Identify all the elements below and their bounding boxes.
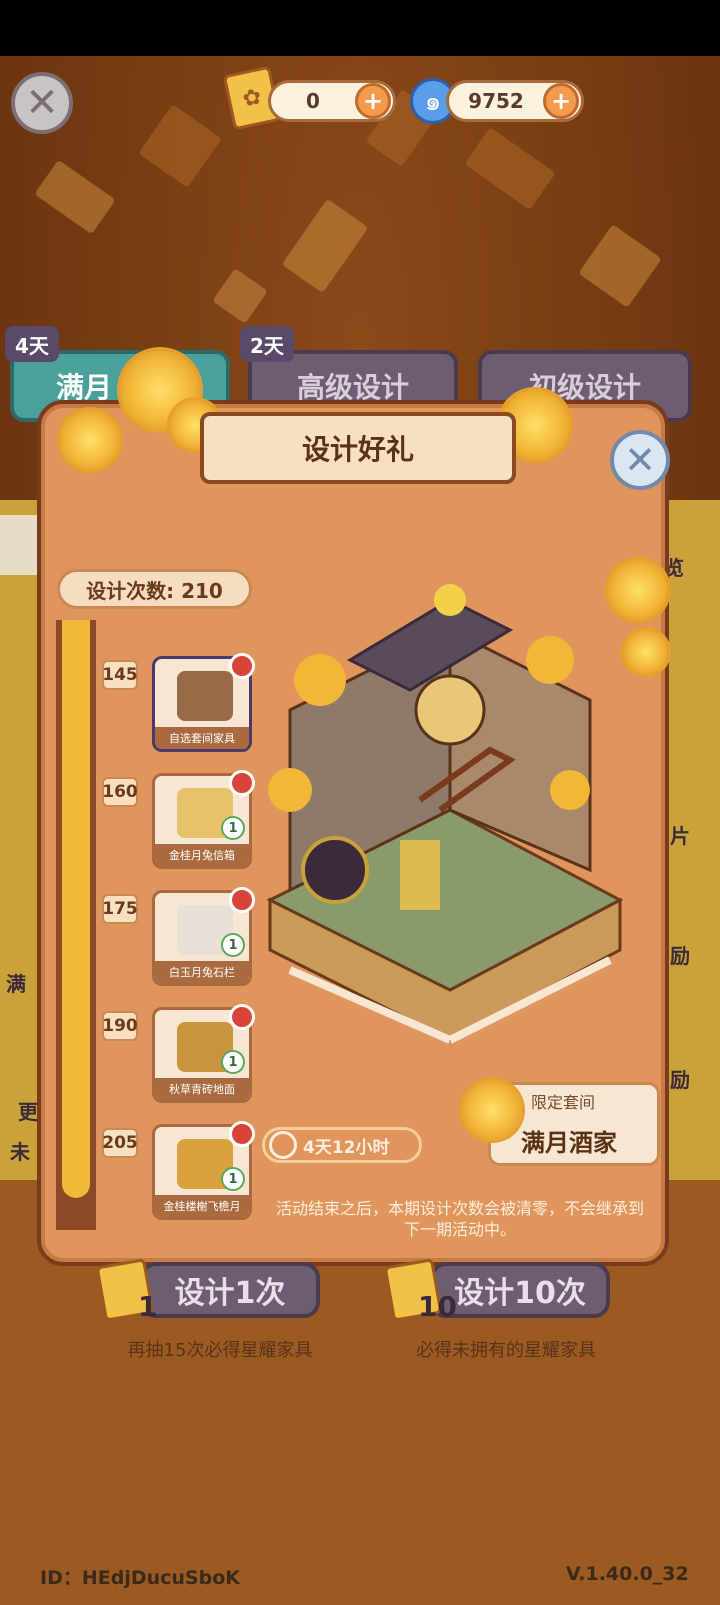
set-label: 限定套间: [531, 1093, 596, 1112]
reward-item[interactable]: 金桂楼榭飞檐月 1: [152, 1121, 255, 1220]
tab-advanced-days: 2天: [240, 326, 294, 362]
design-ten-button[interactable]: 设计10次: [430, 1262, 610, 1318]
reward-item[interactable]: 白玉月兔石栏 1: [152, 887, 255, 986]
gem-counter: 9752 +: [446, 80, 584, 122]
design-ten-hint: 必得未拥有的星耀家具: [416, 1340, 596, 1361]
ticket-count: 0: [306, 89, 320, 113]
reward-qty: 1: [221, 1167, 245, 1191]
clock-icon: [269, 1131, 297, 1159]
notification-dot: [229, 1121, 255, 1147]
close-icon[interactable]: ✕: [11, 72, 73, 134]
gem-count: 9752: [468, 89, 524, 113]
side-label: 励: [670, 944, 690, 968]
reward-label: 金桂楼榭飞檐月: [155, 1195, 249, 1217]
design-ten-cost: 10: [418, 1290, 457, 1323]
progress-fill: [62, 620, 90, 1198]
reward-item[interactable]: 秋草青砖地面 1: [152, 1004, 255, 1103]
side-label: 未: [10, 1140, 30, 1164]
player-id: ID：HEdjDucuSboK: [40, 1567, 240, 1589]
tab-full-moon-days: 4天: [5, 326, 59, 362]
design-count: 设计次数: 210: [57, 569, 252, 609]
reset-notice: 活动结束之后，本期设计次数会被清零，不会继承到下一期活动中。: [276, 1199, 645, 1239]
reward-qty: 1: [221, 1050, 245, 1074]
app-version: V.1.40.0_32: [566, 1563, 689, 1585]
design-ten-label: 设计10次: [454, 1276, 586, 1311]
ticket-counter: 0 +: [268, 80, 396, 122]
modal-close-icon[interactable]: ✕: [610, 430, 670, 490]
reward-item[interactable]: 金桂月兔信箱 1: [152, 770, 255, 869]
add-ticket-button[interactable]: +: [355, 83, 391, 119]
reward-qty: 1: [221, 816, 245, 840]
design-once-cost: 1: [138, 1290, 158, 1323]
reward-qty: 1: [221, 933, 245, 957]
side-label: 满: [6, 972, 26, 996]
milestone-label: 160: [102, 777, 138, 807]
reward-label: 金桂月兔信箱: [155, 844, 249, 866]
modal-title: 设计好礼: [200, 412, 516, 484]
reward-label: 自选套间家具: [155, 727, 249, 749]
milestone-label: 145: [102, 660, 138, 690]
reward-label: 秋草青砖地面: [155, 1078, 249, 1100]
milestone-label: 205: [102, 1128, 138, 1158]
milestone-label: 190: [102, 1011, 138, 1041]
suite-preview-image: [266, 584, 624, 1044]
add-gem-button[interactable]: +: [543, 83, 579, 119]
countdown-timer: 4天12小时: [262, 1127, 422, 1163]
side-label: 片: [670, 824, 690, 848]
side-label: 更: [18, 1100, 38, 1124]
reward-item[interactable]: 自选套间家具: [152, 653, 255, 752]
side-label: 励: [670, 1068, 690, 1092]
set-name: 满月酒家: [521, 1129, 617, 1157]
design-once-hint: 再抽15次必得星耀家具: [127, 1340, 313, 1361]
status-bar: [0, 0, 720, 56]
box-icon: [177, 671, 233, 721]
timer-text: 4天12小时: [303, 1137, 390, 1158]
design-once-label: 设计1次: [174, 1276, 286, 1311]
osmanthus-flower-icon: [60, 410, 120, 470]
design-once-button[interactable]: 设计1次: [140, 1262, 320, 1318]
osmanthus-flower-icon: [462, 1080, 522, 1140]
milestone-label: 175: [102, 894, 138, 924]
reward-label: 白玉月兔石栏: [155, 961, 249, 983]
